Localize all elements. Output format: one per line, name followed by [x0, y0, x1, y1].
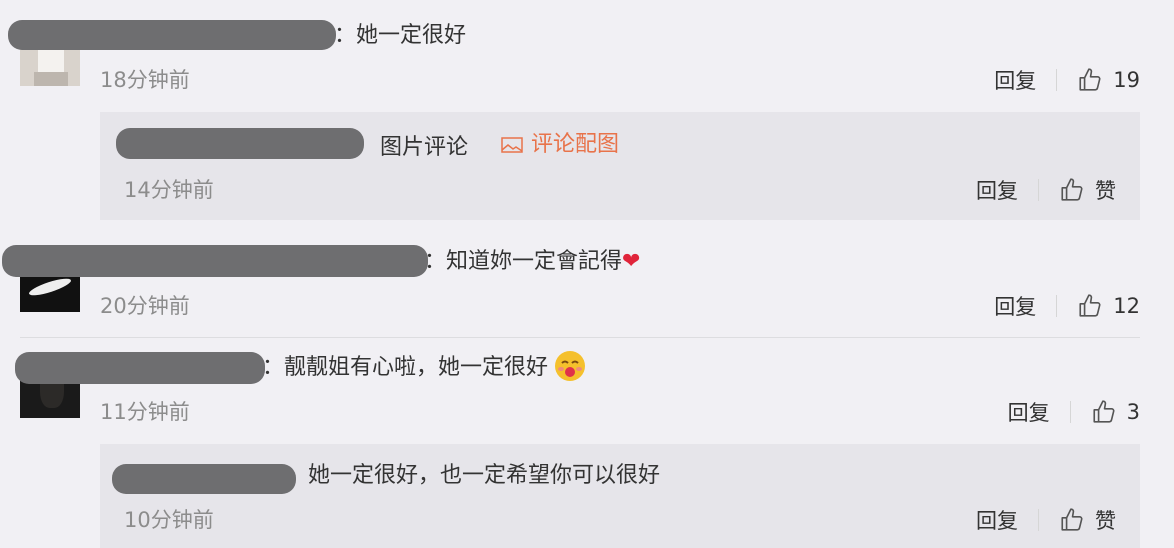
comment-actions: 回复 3	[1008, 397, 1140, 427]
picture-comment-label: 图片评论	[380, 135, 469, 160]
comment-time: 20分钟前	[100, 294, 190, 318]
comment-picture-link[interactable]: 评论配图	[501, 129, 619, 161]
thumbs-up-icon	[1061, 508, 1083, 531]
like-count: 3	[1126, 400, 1140, 424]
like-button[interactable]: 19	[1077, 67, 1140, 93]
comment-divider	[20, 337, 1140, 338]
comment-text-body: ：靓靓姐有心啦，她一定很好	[262, 355, 549, 380]
reply-button[interactable]: 回复	[976, 505, 1018, 535]
like-label: 赞	[1095, 509, 1116, 533]
username-redacted[interactable]	[112, 464, 296, 494]
comment-text: ：知道妳一定會記得❤	[424, 246, 640, 278]
like-count: 12	[1113, 294, 1140, 318]
comment-actions: 回复 19	[994, 65, 1140, 95]
username-redacted[interactable]	[2, 245, 428, 277]
divider	[1069, 401, 1071, 423]
reply-button[interactable]: 回复	[994, 291, 1036, 321]
thumbs-up-icon	[1061, 178, 1083, 201]
username-redacted[interactable]	[8, 20, 336, 50]
divider	[1038, 509, 1039, 531]
like-button[interactable]: 赞	[1059, 505, 1116, 535]
kiss-emoji	[555, 351, 586, 381]
comment-actions: 回复 12	[994, 291, 1140, 321]
like-button[interactable]: 3	[1091, 399, 1140, 425]
subcomment-actions: 回复 赞	[976, 175, 1116, 205]
thumbs-up-icon	[1093, 400, 1115, 423]
like-button[interactable]: 赞	[1059, 175, 1116, 205]
subcomment-text: 图片评论 评论配图	[380, 129, 619, 164]
divider	[1056, 69, 1058, 91]
subcomment-text: 她一定很好，也一定希望你可以很好	[308, 463, 661, 488]
comment-time: 18分钟前	[100, 68, 190, 92]
thumbs-up-icon	[1079, 294, 1101, 317]
reply-button[interactable]: 回复	[994, 65, 1036, 95]
username-redacted[interactable]	[15, 352, 265, 384]
comment-text: ：靓靓姐有心啦，她一定很好	[262, 351, 586, 384]
like-count: 19	[1113, 68, 1140, 92]
heart-emoji: ❤	[622, 249, 641, 274]
reply-button[interactable]: 回复	[1008, 397, 1050, 427]
subcomment-time: 14分钟前	[124, 178, 214, 202]
image-icon	[501, 137, 523, 153]
subcomment-actions: 回复 赞	[976, 505, 1116, 535]
subcomment-time: 10分钟前	[124, 508, 214, 532]
username-redacted[interactable]	[116, 128, 364, 159]
comment-picture-label: 评论配图	[531, 132, 620, 157]
comment-text-body: ：知道妳一定會記得	[424, 249, 623, 274]
divider	[1056, 295, 1058, 317]
like-button[interactable]: 12	[1077, 293, 1140, 319]
divider	[1038, 179, 1039, 201]
like-label: 赞	[1095, 179, 1116, 203]
thumbs-up-icon	[1079, 68, 1101, 91]
reply-button[interactable]: 回复	[976, 175, 1018, 205]
comment-text: ：她一定很好	[334, 23, 467, 48]
comment-time: 11分钟前	[100, 400, 190, 424]
